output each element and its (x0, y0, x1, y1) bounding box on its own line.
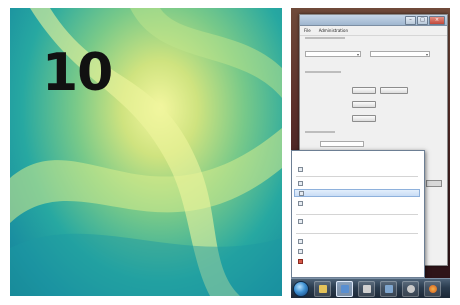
calendar-icon (298, 218, 303, 224)
tutorial-slide: 10 – □ × File Administration ▾ ▾ (0, 0, 460, 305)
app-window-icon (341, 284, 349, 293)
menu-file[interactable]: File (304, 28, 311, 33)
action-button-1[interactable] (352, 87, 376, 94)
maximize-button[interactable]: □ (417, 16, 428, 25)
jumplist-item-5[interactable] (294, 217, 420, 225)
jumplist-item-7[interactable] (294, 247, 420, 255)
taskbar-button-document[interactable] (380, 280, 397, 297)
start-button[interactable] (293, 280, 309, 297)
chevron-down-icon: ▾ (425, 52, 428, 57)
task-icon (298, 180, 303, 186)
window-controls: – □ × (405, 16, 445, 25)
taskbar-button-settings[interactable] (402, 280, 419, 297)
jumplist-item-1[interactable] (294, 165, 420, 173)
desktop-wallpaper: 10 (10, 8, 282, 296)
taskbar (291, 278, 450, 298)
jumplist-item-8[interactable] (294, 257, 420, 265)
jumplist-divider (296, 176, 418, 177)
jumplist-divider (296, 233, 418, 234)
chevron-down-icon: ▾ (356, 52, 359, 57)
window-icon (299, 190, 304, 196)
window-titlebar[interactable]: – □ × (300, 15, 447, 26)
taskbar-button-app[interactable] (336, 280, 353, 297)
windows-screenshot: – □ × File Administration ▾ ▾ (291, 8, 450, 298)
firefox-icon (429, 284, 437, 293)
step-number: 10 (42, 43, 113, 103)
jumplist-item-4[interactable] (294, 199, 420, 207)
options-dropdown[interactable] (320, 141, 364, 147)
jumplist-item-3[interactable] (294, 189, 420, 197)
jumplist-item-2[interactable] (294, 179, 420, 187)
section-label-3 (305, 131, 335, 133)
minimize-button[interactable]: – (405, 16, 416, 25)
gear-icon (407, 284, 415, 293)
dropdown-field-1[interactable]: ▾ (305, 51, 361, 57)
menu-bar: File Administration (300, 26, 447, 36)
menu-administration[interactable]: Administration (319, 28, 348, 33)
close-window-icon (298, 258, 303, 264)
window-icon (298, 200, 303, 206)
action-button-3[interactable] (352, 101, 376, 108)
task-icon (298, 166, 303, 172)
folder-icon (319, 284, 327, 293)
action-button-4[interactable] (352, 115, 376, 122)
section-label-2 (305, 71, 341, 73)
media-icon (363, 284, 371, 293)
app-icon (298, 238, 303, 244)
taskbar-button-media[interactable] (358, 280, 375, 297)
jumplist-item-6[interactable] (294, 237, 420, 245)
taskbar-button-firefox[interactable] (424, 280, 441, 297)
document-icon (385, 284, 393, 293)
pin-icon (298, 248, 303, 254)
dropdown-field-2[interactable]: ▾ (370, 51, 430, 57)
section-label-1 (305, 37, 345, 39)
partially-hidden-button[interactable] (426, 180, 442, 187)
taskbar-jump-list (291, 150, 425, 278)
action-button-2[interactable] (380, 87, 408, 94)
jumplist-divider (296, 214, 418, 215)
close-button[interactable]: × (429, 16, 445, 25)
taskbar-button-folder[interactable] (314, 280, 331, 297)
